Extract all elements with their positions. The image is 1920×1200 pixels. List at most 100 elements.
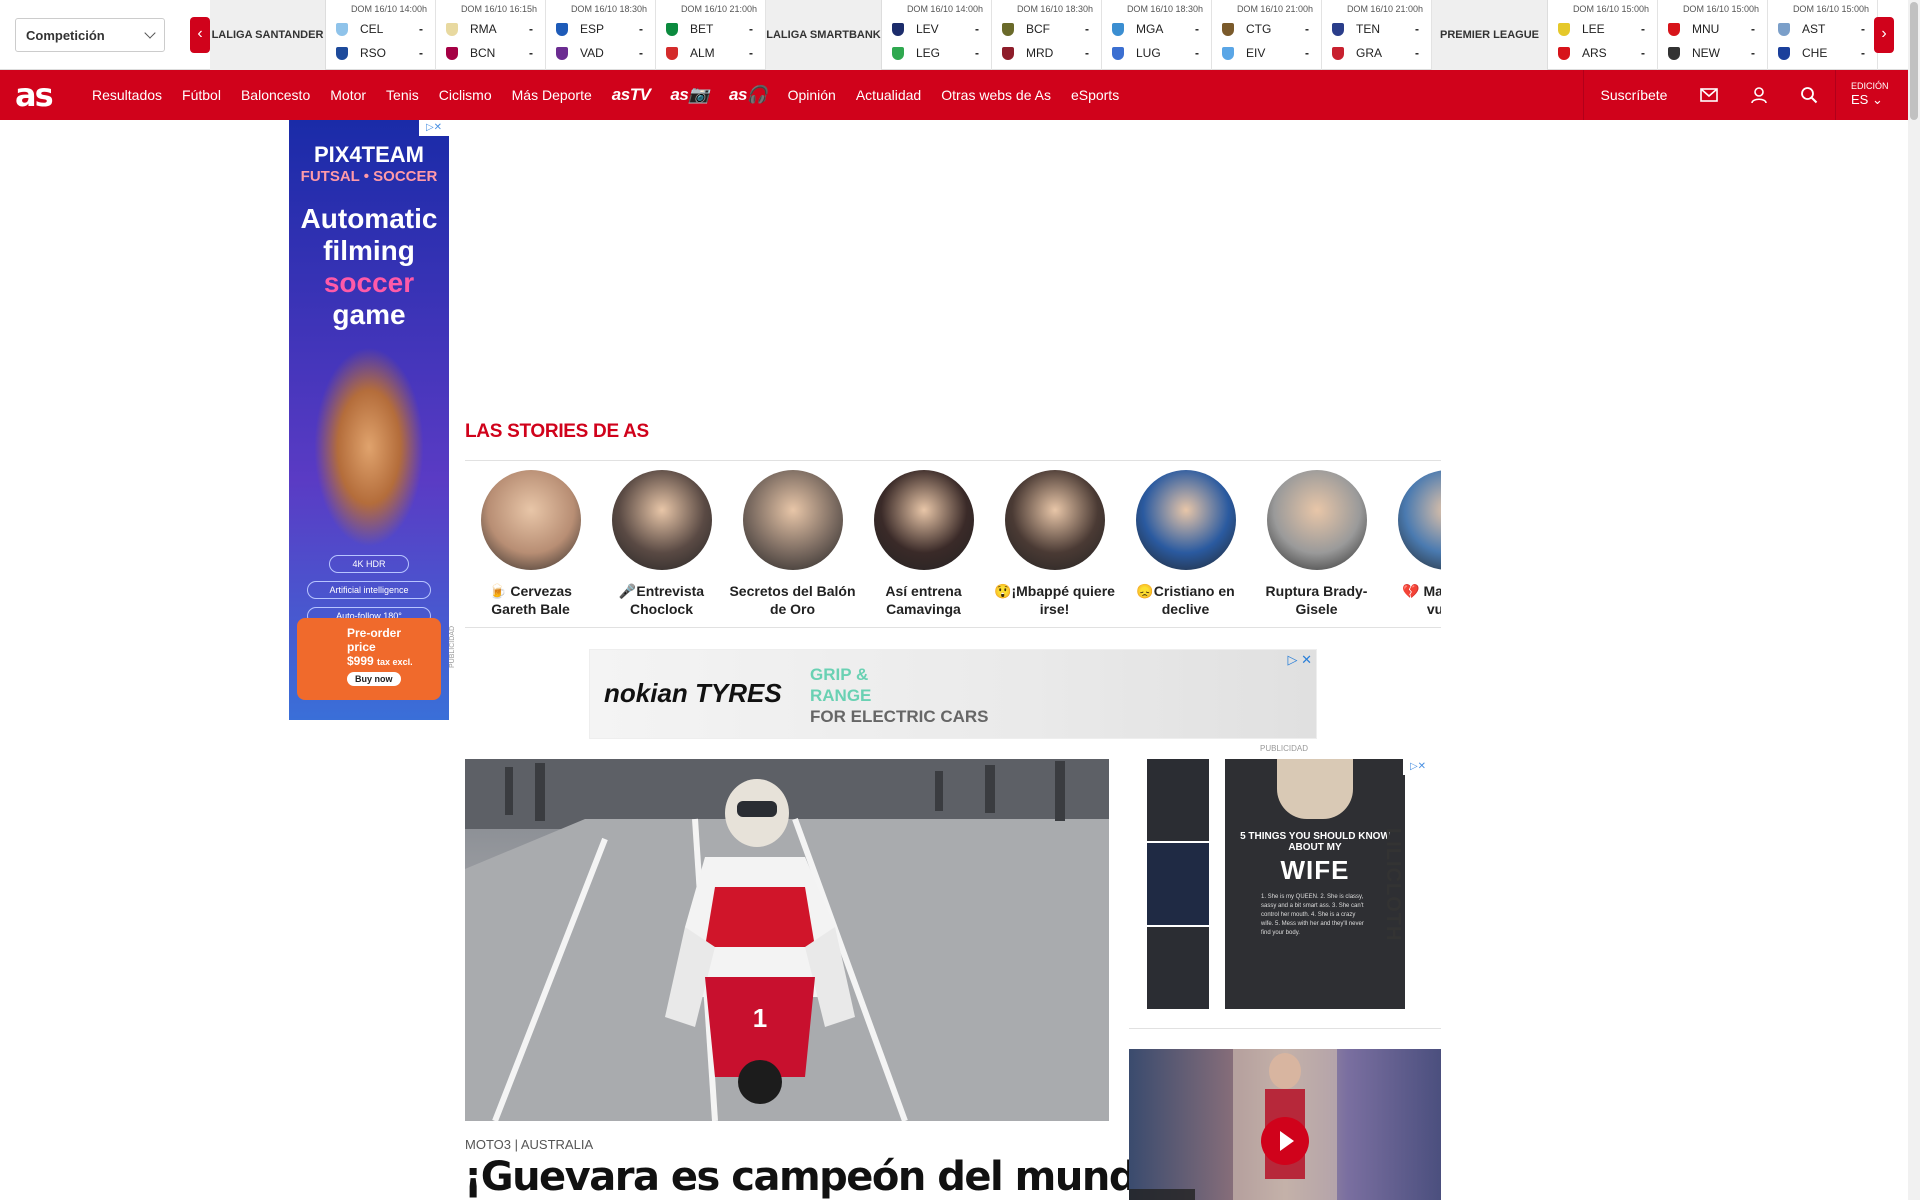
nav-link-ciclismo[interactable]: Ciclismo — [439, 87, 492, 103]
match-card[interactable]: DOM 16/10 14:00h CEL - RSO - — [326, 0, 436, 70]
away-team: CHE — [1802, 46, 1828, 60]
home-team: LEV — [916, 22, 939, 36]
match-card[interactable]: DOM 16/10 18:30h MGA - LUG - — [1102, 0, 1212, 70]
nav-link-esports[interactable]: eSports — [1071, 87, 1119, 103]
story-item[interactable]: 😲¡Mbappé quiere irse! — [989, 470, 1120, 618]
ad-buy-button[interactable]: Buy now — [347, 672, 401, 686]
nav-links: Resultados Fútbol Baloncesto Motor Tenis… — [92, 70, 1139, 120]
home-team: MGA — [1136, 22, 1164, 36]
ad-price: $999 — [347, 654, 374, 668]
scores-prev-button[interactable]: ‹ — [190, 17, 210, 53]
competition-select[interactable]: Competición — [15, 18, 165, 52]
story-avatar — [873, 470, 974, 570]
story-item[interactable]: 💔 Marcos ha vuelto — [1382, 470, 1441, 618]
story-label: Secretos del Balón de Oro — [729, 583, 856, 617]
matches-strip: LALIGA SANTANDER DOM 16/10 14:00h CEL - RSO -… — [210, 0, 1878, 70]
match-card[interactable]: DOM 16/10 18:30h BCF - MRD - — [992, 0, 1102, 70]
nav-link-astv[interactable]: asTV — [612, 85, 651, 105]
ad-label: PUBLICIDAD — [449, 625, 456, 668]
competition-select-value: Competición — [26, 28, 105, 43]
nav-actions: Suscríbete — [1583, 70, 1834, 120]
stories-title: LAS STORIES DE AS — [465, 421, 649, 442]
nav-link-tenis[interactable]: Tenis — [386, 87, 419, 103]
match-card[interactable]: DOM 16/10 21:00h BET - ALM - — [656, 0, 766, 70]
story-item[interactable]: 🎤Entrevista Choclock — [596, 470, 727, 618]
away-crest-icon — [556, 46, 568, 60]
ad-model-face — [1277, 759, 1353, 819]
scores-bar: Competición ‹ LALIGA SANTANDER DOM 16/10 … — [0, 0, 1920, 70]
nav-link-opinion[interactable]: Opinión — [788, 87, 836, 103]
ad-thumbnail[interactable] — [1147, 843, 1209, 925]
video-player[interactable] — [1129, 1049, 1441, 1200]
league-label[interactable]: PREMIER LEAGUE — [1432, 0, 1548, 70]
match-card[interactable]: DOM 16/10 18:30h ESP - VAD - — [546, 0, 656, 70]
story-item[interactable]: Secretos del Balón de Oro — [727, 470, 858, 618]
match-date: DOM 16/10 15:00h — [1682, 4, 1759, 14]
adchoices-icon[interactable]: ▷ ✕ — [1287, 652, 1312, 668]
story-item[interactable]: 😞Cristiano en declive — [1120, 470, 1251, 618]
match-card[interactable]: DOM 16/10 15:00h MNU - NEW - — [1658, 0, 1768, 70]
search-icon[interactable] — [1784, 70, 1834, 120]
play-icon[interactable] — [1261, 1117, 1309, 1165]
ad-thumbnail[interactable] — [1147, 759, 1209, 841]
subscribe-button[interactable]: Suscríbete — [1583, 70, 1684, 120]
story-item[interactable]: Así entrena Camavinga — [858, 470, 989, 618]
nav-link-futbol[interactable]: Fútbol — [182, 87, 221, 103]
ad-thumbnail[interactable] — [1147, 927, 1209, 1009]
nav-link-motor[interactable]: Motor — [330, 87, 366, 103]
story-item[interactable]: 🍺 Cervezas Gareth Bale — [465, 470, 596, 618]
league-label[interactable]: LALIGA SMARTBANK — [766, 0, 882, 70]
article-kicker[interactable]: MOTO3 | AUSTRALIA — [465, 1137, 593, 1152]
away-crest-icon — [666, 46, 678, 60]
newsletter-icon[interactable] — [1684, 70, 1734, 120]
scores-next-button[interactable]: › — [1874, 17, 1894, 53]
match-card[interactable]: DOM 16/10 15:00h AST - CHE - — [1768, 0, 1878, 70]
chevron-down-icon: ⌄ — [1871, 92, 1883, 107]
home-crest-icon — [556, 22, 568, 36]
match-date: DOM 16/10 16:15h — [460, 4, 537, 14]
ad-price-title: Pre-order price — [347, 626, 402, 654]
home-crest-icon — [336, 22, 348, 36]
adchoices-icon[interactable]: ▷✕ — [419, 120, 449, 136]
nav-link-aspodcast[interactable]: as🎧 — [729, 85, 768, 105]
story-label: 💔 Marcos ha vuelto — [1402, 583, 1441, 617]
league-label[interactable]: LALIGA SANTANDER — [210, 0, 326, 70]
match-date: DOM 16/10 18:30h — [1016, 4, 1093, 14]
story-item[interactable]: Ruptura Brady-Gisele — [1251, 470, 1382, 618]
match-card[interactable]: DOM 16/10 16:15h RMA - BCN - — [436, 0, 546, 70]
match-date: DOM 16/10 15:00h — [1572, 4, 1649, 14]
story-label: 😲¡Mbappé quiere irse! — [994, 583, 1115, 617]
match-card[interactable]: DOM 16/10 15:00h LEE - ARS - — [1548, 0, 1658, 70]
nav-link-otras-webs[interactable]: Otras webs de As — [941, 87, 1051, 103]
adchoices-icon[interactable]: ▷✕ — [1403, 759, 1433, 775]
ad-skyscraper[interactable]: ▷✕ PIX4TEAM FUTSAL • SOCCER Automatic fi… — [289, 120, 449, 720]
ad-brand: PIX4TEAM — [313, 142, 425, 167]
page-scrollbar[interactable] — [1908, 0, 1920, 1200]
away-score: - — [419, 46, 423, 60]
nav-link-mas-deporte[interactable]: Más Deporte — [512, 87, 592, 103]
home-crest-icon — [666, 22, 678, 36]
home-score: - — [975, 22, 979, 36]
story-avatar — [742, 470, 843, 570]
match-card[interactable]: DOM 16/10 21:00h TEN - GRA - — [1322, 0, 1432, 70]
article-hero-image[interactable]: 1 — [465, 759, 1109, 1121]
match-date: DOM 16/10 15:00h — [1792, 4, 1869, 14]
ad-banner[interactable]: nokian TYRES GRIP & RANGE FOR ELECTRIC C… — [589, 649, 1317, 739]
match-card[interactable]: DOM 16/10 21:00h CTG - EIV - — [1212, 0, 1322, 70]
story-avatar — [1266, 470, 1367, 570]
away-crest-icon — [1668, 46, 1680, 60]
nav-link-actualidad[interactable]: Actualidad — [856, 87, 921, 103]
away-team: MRD — [1026, 46, 1054, 60]
divider — [1129, 1028, 1441, 1029]
nav-link-resultados[interactable]: Resultados — [92, 87, 162, 103]
nav-link-baloncesto[interactable]: Baloncesto — [241, 87, 310, 103]
user-icon[interactable] — [1734, 70, 1784, 120]
story-avatar — [611, 470, 712, 570]
article-headline[interactable]: ¡Guevara es campeón del mundo! — [464, 1154, 1180, 1200]
nav-link-asfoto[interactable]: as📷 — [670, 85, 709, 105]
ad-shirt-image[interactable]: 5 THINGS YOU SHOULD KNOW ABOUT MY WIFE 1… — [1225, 759, 1405, 1009]
match-card[interactable]: DOM 16/10 14:00h LEV - LEG - — [882, 0, 992, 70]
away-crest-icon — [336, 46, 348, 60]
as-logo[interactable]: as — [15, 76, 54, 114]
scrollbar-thumb[interactable] — [1910, 2, 1918, 120]
